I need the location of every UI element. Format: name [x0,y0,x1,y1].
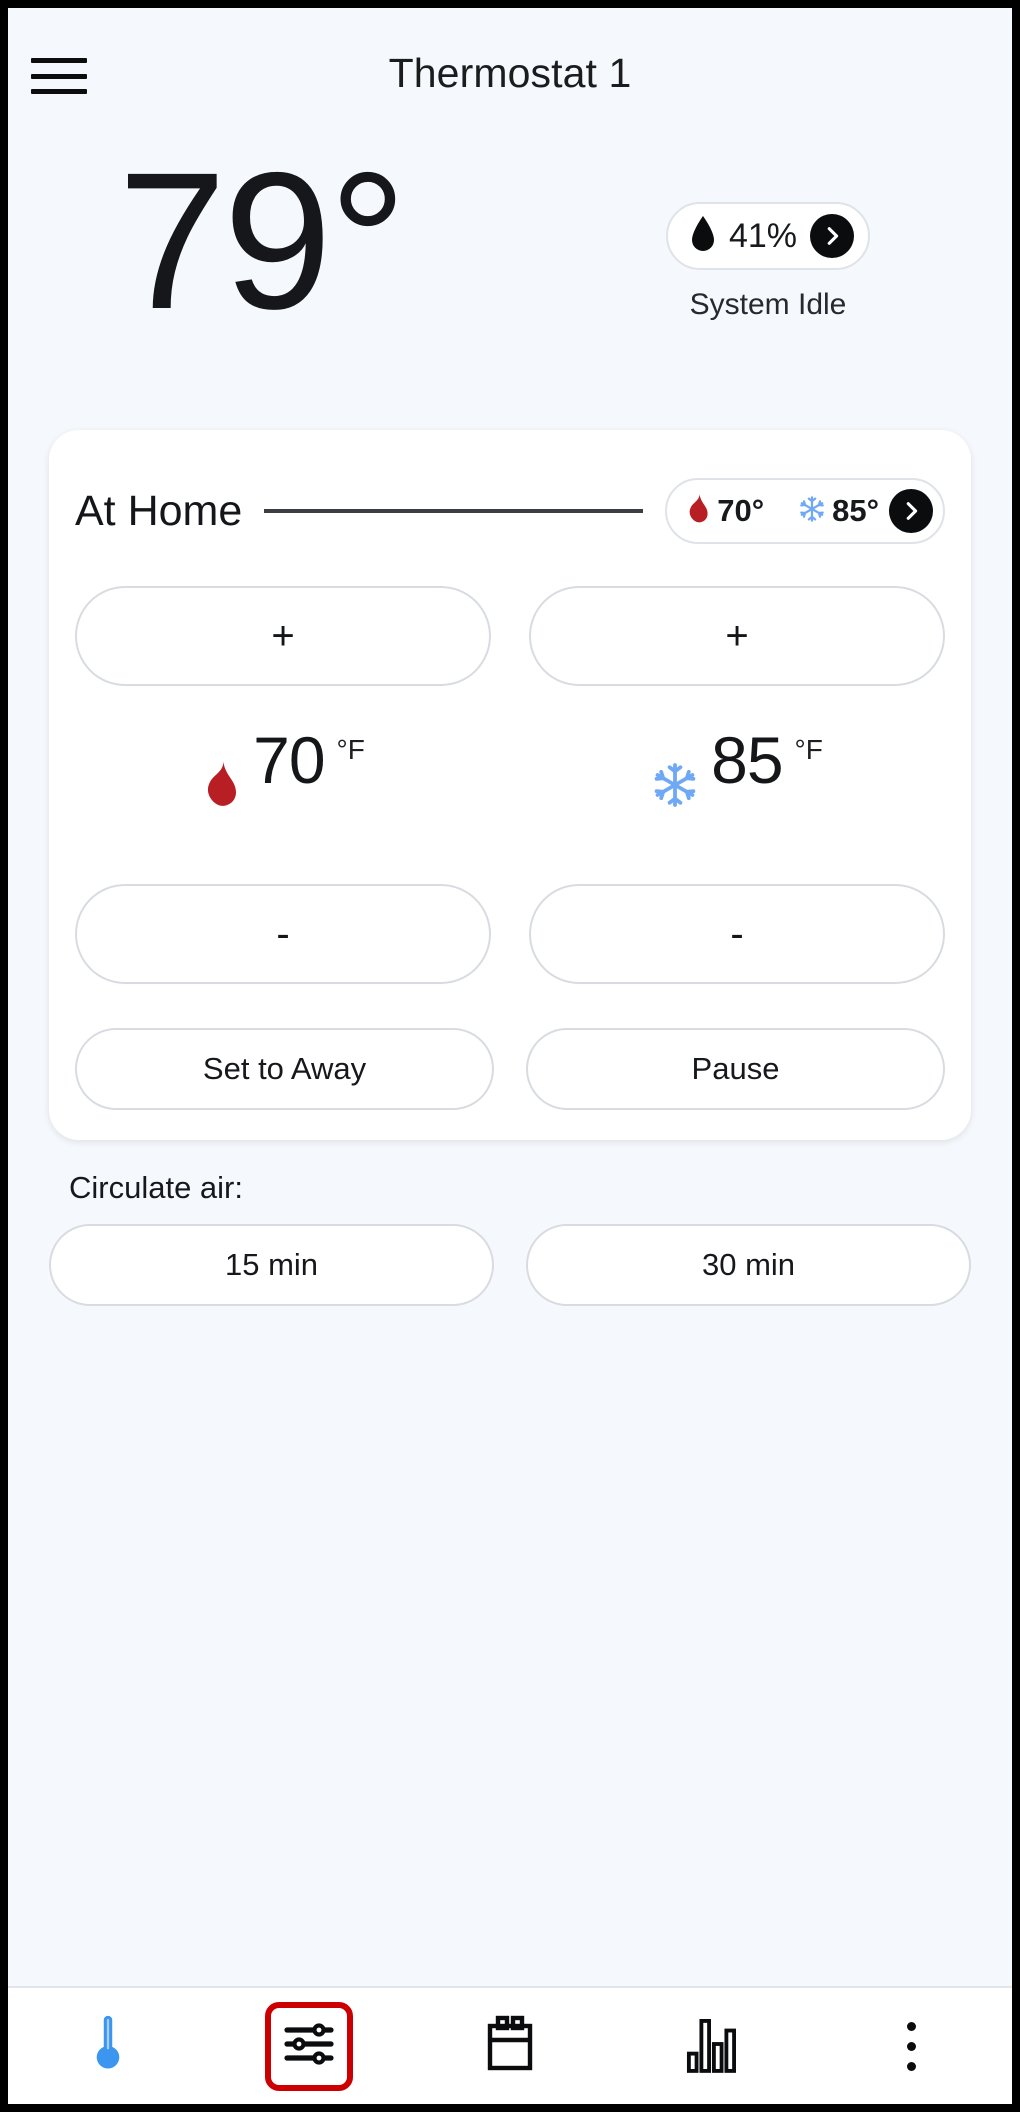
bar-chart-icon [686,2014,736,2079]
phone-screen: Thermostat 1 79° 41% System Idle [8,8,1012,2104]
thermometer-icon [95,2013,121,2080]
content-spacer [8,1306,1012,1986]
setpoint-values-row: 70 °F [75,722,945,848]
heat-setpoint: 70 °F [75,722,491,848]
more-vertical-icon [907,2022,916,2071]
increase-row: + + [75,586,945,686]
cool-setpoint-summary: 85° [832,493,879,529]
app-header: Thermostat 1 [8,8,1012,144]
dot [907,2042,916,2051]
humidity-value: 41% [729,217,797,256]
dot [907,2022,916,2031]
current-temperature: 79° [118,144,404,339]
chevron-right-icon[interactable] [810,214,854,258]
flame-icon [685,493,711,530]
current-conditions: 79° 41% System Idle [8,144,1012,404]
water-drop-icon [690,215,716,258]
humidity-pill[interactable]: 41% [666,202,870,270]
circulate-air-label: Circulate air: [69,1170,971,1206]
cool-increase-button[interactable]: + [529,586,945,686]
circulate-15-min-button[interactable]: 15 min [49,1224,494,1306]
heat-decrease-button[interactable]: - [75,884,491,984]
cool-setpoint: 85 °F [529,722,945,848]
heat-increase-button[interactable]: + [75,586,491,686]
nav-item-more[interactable] [811,1987,1012,2104]
header-divider [264,509,643,513]
dot [907,2062,916,2071]
system-status: System Idle [690,288,847,322]
nav-item-schedule[interactable] [410,1987,611,2104]
nav-item-temperature[interactable] [8,1987,209,2104]
decrease-row: - - [75,884,945,984]
cool-setpoint-unit: °F [795,734,823,766]
heat-setpoint-value: 70 [253,722,324,798]
circulate-air-options: 15 min 30 min [49,1224,971,1306]
circulate-air-section: Circulate air: 15 min 30 min [49,1170,971,1306]
circulate-30-min-button[interactable]: 30 min [526,1224,971,1306]
snowflake-icon [651,761,699,809]
calendar-icon [482,2014,538,2079]
heat-setpoint-summary: 70° [717,493,764,529]
mode-actions: Set to Away Pause [75,1028,945,1110]
bottom-navigation [8,1986,1012,2104]
set-to-away-button[interactable]: Set to Away [75,1028,494,1110]
cool-decrease-button[interactable]: - [529,884,945,984]
pause-button[interactable]: Pause [526,1028,945,1110]
nav-item-usage[interactable] [610,1987,811,2104]
heat-setpoint-unit: °F [337,734,365,766]
selected-tab-highlight [265,2002,353,2091]
sliders-icon [281,2016,337,2077]
mode-name: At Home [75,487,242,536]
mode-card: At Home 70° [49,430,971,1140]
chevron-right-icon[interactable] [889,489,933,533]
nav-item-controls[interactable] [209,1987,410,2104]
humidity-cluster: 41% System Idle [628,202,908,322]
cool-summary: 85° [798,493,879,529]
snowflake-icon [798,495,826,528]
mode-card-header: At Home 70° [75,460,945,550]
heat-summary: 70° [685,493,764,530]
flame-icon [201,760,241,810]
setpoint-summary-pill[interactable]: 70° [665,478,945,544]
page-title: Thermostat 1 [8,50,1012,97]
cool-setpoint-value: 85 [711,722,782,798]
